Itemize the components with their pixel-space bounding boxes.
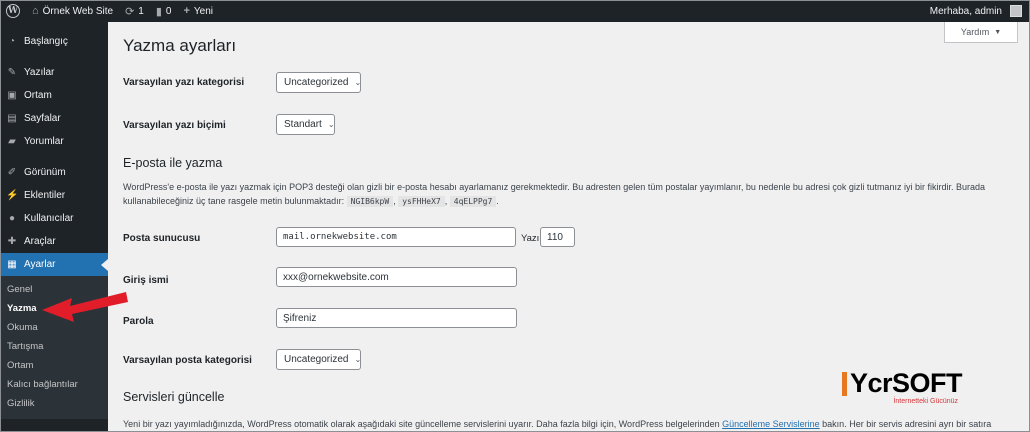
sidebar-item-tools[interactable]: ✚ Araçlar [0, 230, 108, 253]
sidebar-item-label: Kullanıcılar [24, 213, 74, 224]
plus-icon: + [183, 5, 190, 17]
admin-sidebar: ◔ Başlangıç ✎ Yazılar ▣ Ortam ▤ Sayfalar… [0, 22, 108, 432]
update-services-link[interactable]: Güncelleme Servislerine [722, 419, 820, 429]
sidebar-item-label: Araçlar [24, 236, 56, 247]
mail-server-label: Posta sunucusu [123, 233, 201, 244]
chevron-down-icon: ⌄ [354, 78, 362, 87]
comments-count: 0 [165, 5, 172, 17]
pin-icon: ✎ [7, 67, 17, 78]
sidebar-item-label: Yorumlar [24, 136, 64, 147]
brand-logo: YcrSOFT [842, 368, 963, 398]
default-format-select[interactable]: Standart ⌄ [276, 114, 335, 135]
random-code: ysFHHeX7 [398, 196, 445, 207]
sidebar-item-pages[interactable]: ▤ Sayfalar [0, 107, 108, 130]
sidebar-item-dashboard[interactable]: ◔ Başlangıç [0, 30, 108, 53]
random-code: NGIB6kpW [346, 196, 394, 207]
wrench-icon: ✚ [7, 236, 17, 247]
wp-logo-button[interactable]: W [0, 0, 26, 22]
brand-tagline: İnternetteki Gücünüz [893, 398, 959, 405]
page-title: Yazma ayarları [123, 36, 237, 55]
submenu-item-media[interactable]: Ortam [0, 356, 108, 375]
sidebar-item-label: Yazılar [24, 67, 55, 78]
sidebar-item-label: Başlangıç [24, 36, 68, 47]
users-icon: ● [8, 213, 16, 224]
chevron-down-icon: ⌄ [327, 120, 335, 129]
sidebar-item-label: Sayfalar [24, 113, 61, 124]
email-heading: E-posta ile yazma [123, 156, 223, 170]
site-name-link[interactable]: ⌂ Örnek Web Site [26, 0, 119, 22]
new-content-button[interactable]: + Yeni [177, 0, 219, 22]
caret-down-icon: ▼ [994, 28, 1002, 36]
site-name: Örnek Web Site [42, 5, 114, 17]
password-input[interactable]: Şifreniz [276, 308, 517, 328]
sidebar-item-appearance[interactable]: ✐ Görünüm [0, 161, 108, 184]
sidebar-item-settings[interactable]: ▦ Ayarlar [0, 253, 108, 276]
sidebar-item-label: Eklentiler [24, 190, 66, 201]
updates-count: 1 [138, 5, 144, 17]
brand-bar-icon [842, 371, 847, 396]
login-input[interactable]: xxx@ornekwebsite.com [276, 267, 517, 287]
default-category-value: Uncategorized [284, 77, 349, 88]
admin-bar: W ⌂ Örnek Web Site ⟳ 1 ▮ 0 + Yeni Merhab… [0, 0, 1030, 22]
annotation-arrow-icon [42, 292, 128, 322]
email-description: WordPress'e e-posta ile yazı yazmak için… [123, 182, 985, 207]
settings-icon: ▦ [7, 259, 17, 270]
page-icon: ▤ [7, 113, 17, 124]
brand-name: YcrSOFT [850, 368, 963, 398]
mail-server-input[interactable]: mail.ornekwebsite.com [276, 227, 516, 247]
comments-link[interactable]: ▮ 0 [150, 0, 178, 22]
default-category-select[interactable]: Uncategorized ⌄ [276, 72, 361, 93]
sidebar-item-posts[interactable]: ✎ Yazılar [0, 61, 108, 84]
default-category-label: Varsayılan yazı kategorisi [123, 77, 245, 88]
email-description-text: WordPress'e e-posta ile yazı yazmak için… [123, 182, 985, 206]
port-input[interactable]: 110 [540, 227, 575, 247]
login-label: Giriş ismi [123, 275, 169, 286]
home-icon: ⌂ [32, 5, 39, 17]
sidebar-item-label: Ayarlar [24, 259, 56, 270]
services-description: Yeni bir yazı yayımladığınızda, WordPres… [123, 417, 1013, 432]
account-menu[interactable]: Merhaba, admin [924, 0, 1030, 22]
dashboard-icon: ◔ [8, 36, 16, 47]
avatar [1010, 5, 1022, 17]
submenu-item-permalinks[interactable]: Kalıcı bağlantılar [0, 375, 108, 394]
sidebar-item-label: Ortam [24, 90, 52, 101]
submenu-item-discussion[interactable]: Tartışma [0, 337, 108, 356]
media-icon: ▣ [7, 90, 17, 101]
brush-icon: ✐ [7, 167, 17, 178]
mail-category-select[interactable]: Uncategorized ⌄ [276, 349, 361, 370]
sidebar-item-plugins[interactable]: ⚡ Eklentiler [0, 184, 108, 207]
mail-category-value: Uncategorized [284, 354, 349, 365]
comment-bubble-icon: ▮ [155, 5, 162, 18]
refresh-icon: ⟳ [125, 5, 135, 18]
default-format-label: Varsayılan yazı biçimi [123, 120, 226, 131]
random-code: 4qELPPg7 [449, 196, 497, 207]
plugin-icon: ⚡ [6, 190, 19, 201]
mail-category-label: Varsayılan posta kategorisi [123, 355, 252, 366]
services-heading: Servisleri güncelle [123, 390, 225, 404]
wordpress-logo-icon: W [6, 4, 20, 18]
sidebar-item-media[interactable]: ▣ Ortam [0, 84, 108, 107]
new-label: Yeni [193, 5, 214, 17]
updates-link[interactable]: ⟳ 1 [119, 0, 150, 22]
sidebar-item-comments[interactable]: ▰ Yorumlar [0, 130, 108, 153]
chevron-down-icon: ⌄ [354, 355, 362, 364]
brand-watermark: YcrSOFT İnternetteki Gücünüz [842, 368, 963, 405]
port-label: Yazı [521, 233, 540, 244]
comment-icon: ▰ [8, 136, 16, 147]
submenu-item-privacy[interactable]: Gizlilik [0, 394, 108, 413]
help-label: Yardım [960, 27, 990, 37]
default-format-value: Standart [284, 119, 322, 130]
sidebar-item-label: Görünüm [24, 167, 66, 178]
sidebar-item-users[interactable]: ● Kullanıcılar [0, 207, 108, 230]
help-button[interactable]: Yardım ▼ [944, 22, 1018, 43]
services-description-text: Yeni bir yazı yayımladığınızda, WordPres… [123, 419, 723, 429]
greeting: Merhaba, admin [929, 5, 1002, 17]
